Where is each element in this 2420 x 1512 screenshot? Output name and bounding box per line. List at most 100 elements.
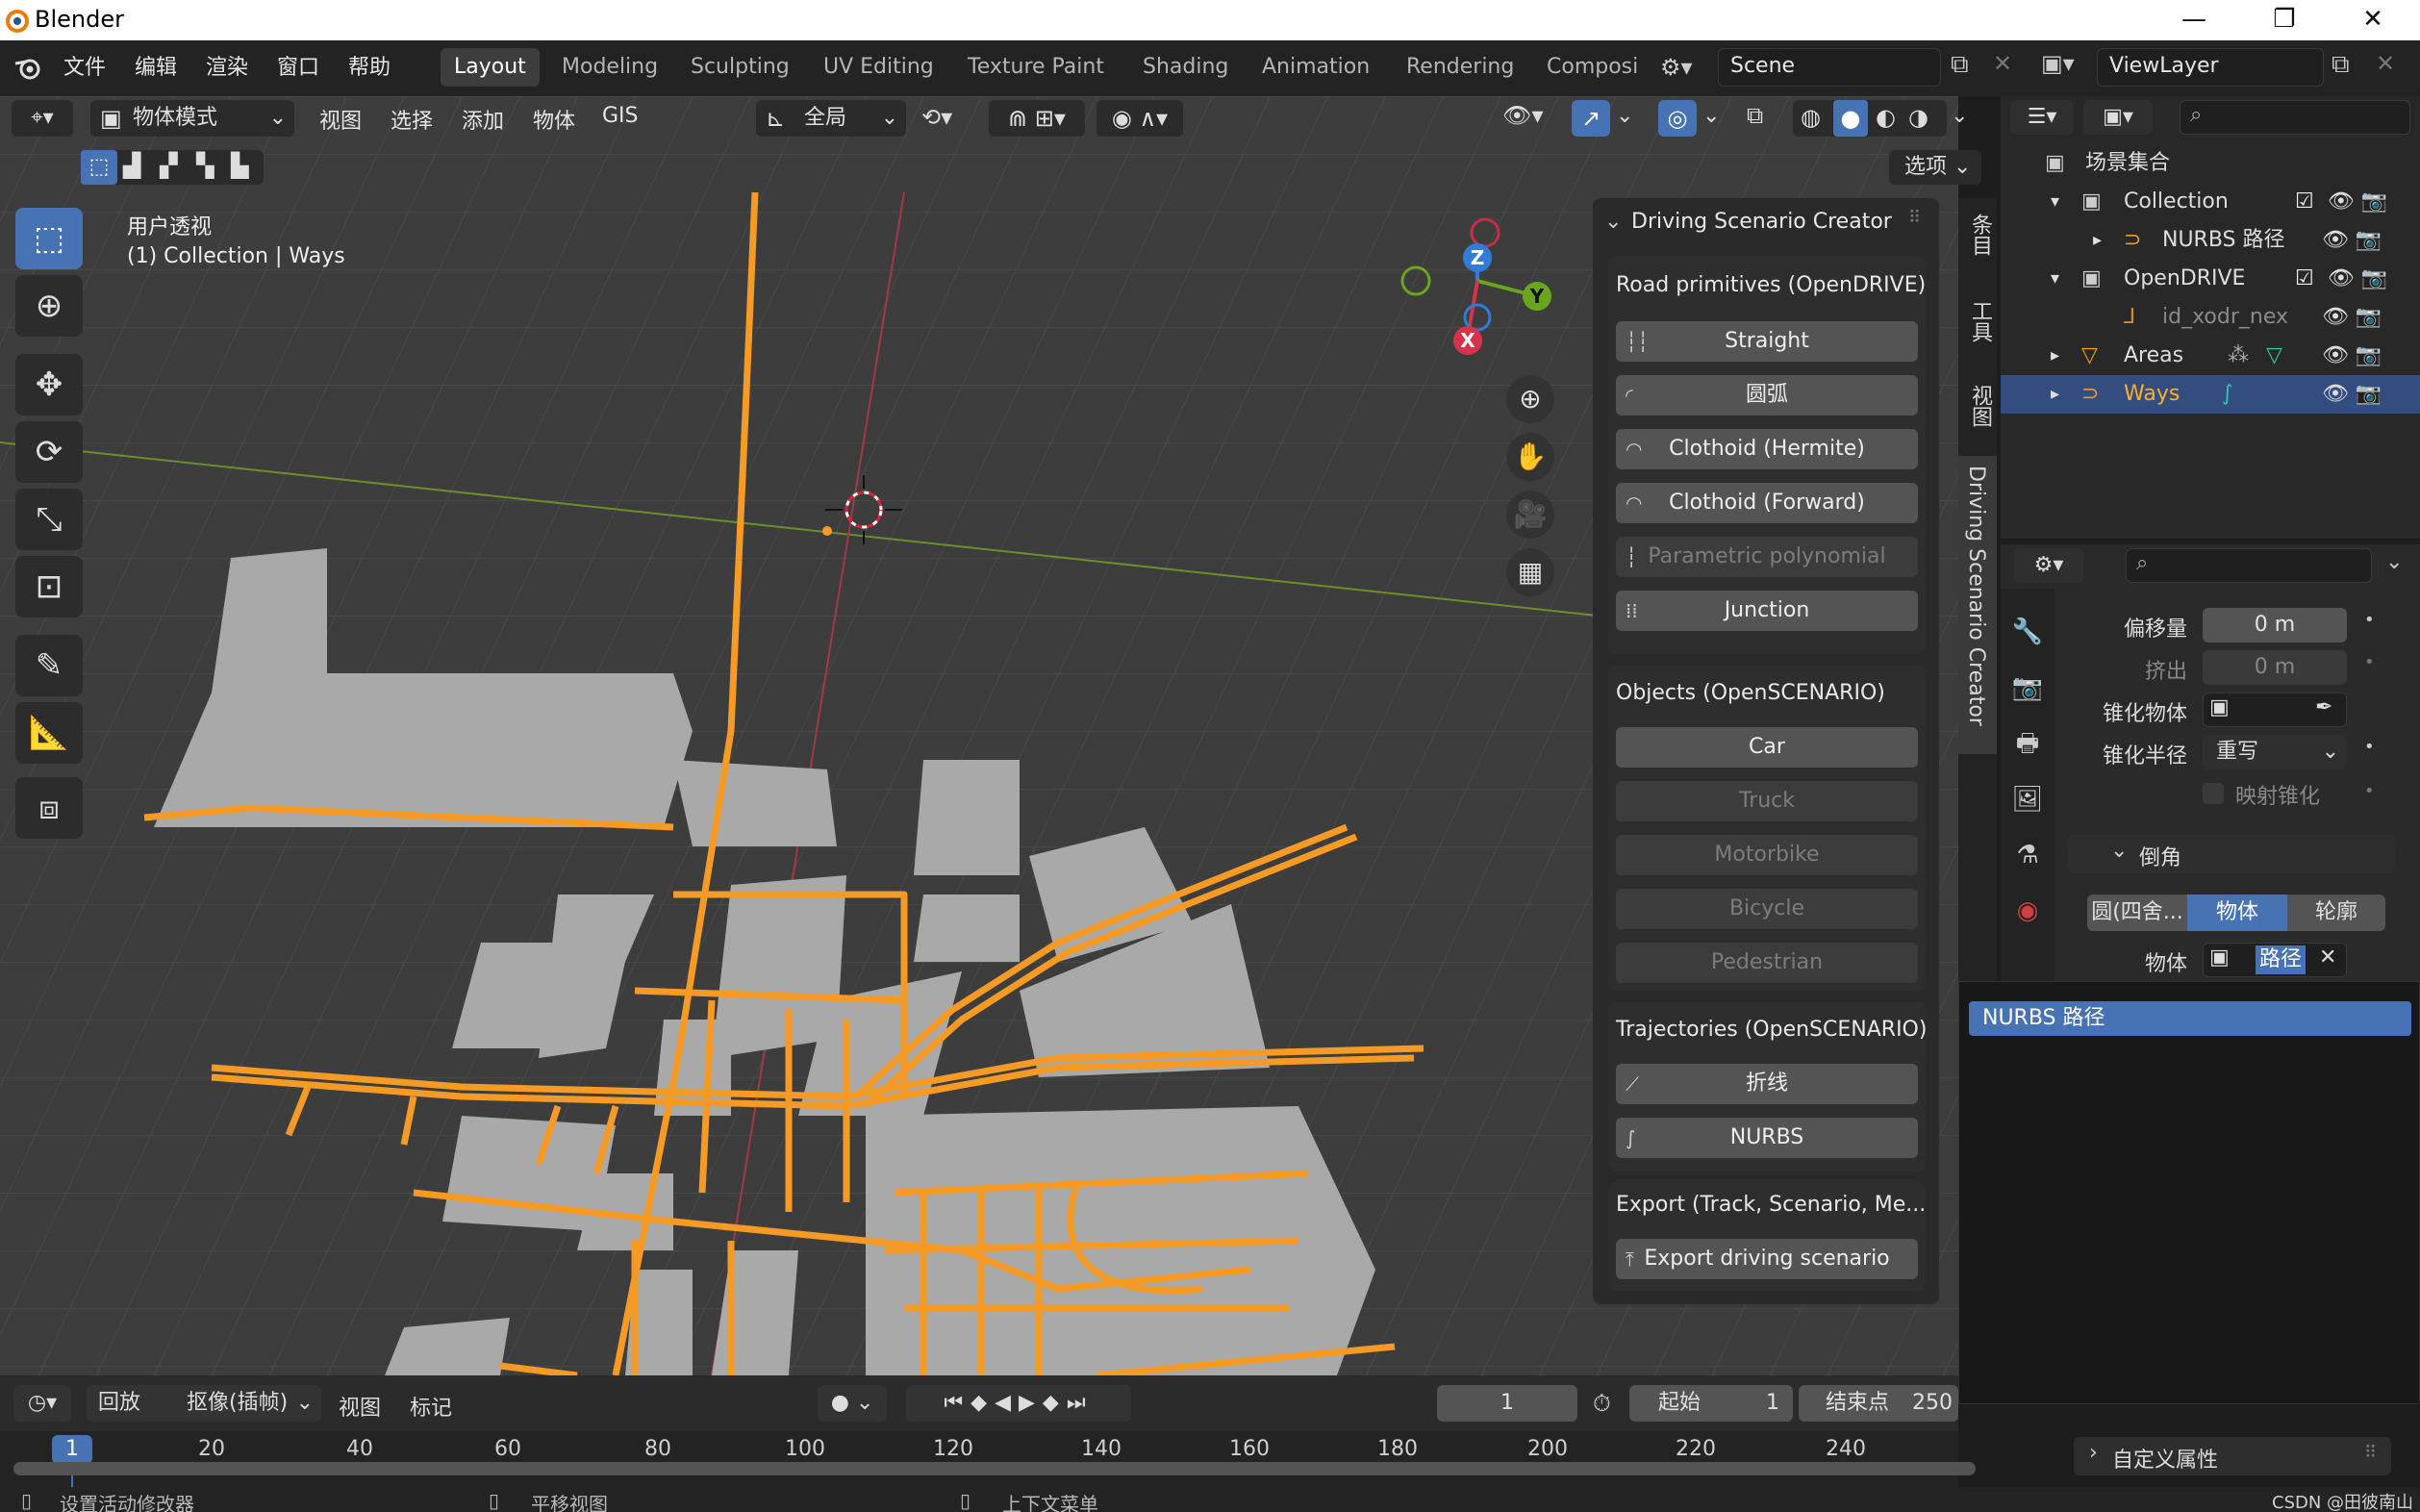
current-frame-marker[interactable]: 1	[52, 1435, 92, 1464]
navigation-gizmo[interactable]: Z Y X	[1385, 217, 1558, 371]
timeline-menu-view[interactable]: 视图	[339, 1391, 381, 1422]
tab-modeling[interactable]: Modeling	[548, 48, 671, 87]
dropdown-item-nurbs[interactable]: NURBS 路径	[1969, 1001, 2411, 1036]
drag-handle-icon[interactable]: ⠿	[2364, 1443, 2377, 1463]
junction-button[interactable]: ⁞⁞ Junction	[1616, 591, 1918, 631]
snap-icon[interactable]: ⋒ ⊞▾	[989, 100, 1085, 137]
move-tool[interactable]: ✥	[15, 354, 83, 416]
eye-icon[interactable]: 👁	[2328, 266, 2355, 290]
map-taper-checkbox[interactable]	[2203, 783, 2224, 804]
tab-view[interactable]: 视图	[1964, 385, 1995, 427]
menu-file[interactable]: 文件	[63, 50, 106, 81]
ortho-grid-icon[interactable]: ▦	[1506, 548, 1554, 596]
menu-add[interactable]: 添加	[462, 104, 504, 135]
chevron-right-icon[interactable]: ▸	[2093, 221, 2102, 260]
new-view-layer-icon[interactable]: ⧉	[2332, 50, 2350, 80]
next-keyframe-icon[interactable]: ◆	[1043, 1391, 1067, 1415]
eye-icon[interactable]: 👁	[2322, 305, 2349, 329]
select-subtract-icon[interactable]: ▞	[160, 152, 177, 179]
delete-view-layer-icon[interactable]: ✕	[2376, 50, 2395, 77]
xray-icon[interactable]: ⧉	[1747, 102, 1763, 129]
add-cube-tool[interactable]: ⧈	[15, 777, 83, 839]
menu-select[interactable]: 选择	[391, 104, 433, 135]
proportional-edit-icon[interactable]: ◉ ∧▾	[1097, 100, 1183, 137]
annotate-tool[interactable]: ✎	[15, 635, 83, 696]
editor-type-button[interactable]: ⌖▾	[12, 100, 73, 137]
export-driving-scenario-button[interactable]: ⤒ Export driving scenario	[1616, 1239, 1918, 1279]
keyframe-dot-icon[interactable]: •	[2364, 737, 2375, 757]
truck-button[interactable]: Truck	[1616, 781, 1918, 821]
visibility-icon[interactable]: 👁▾	[1502, 102, 1544, 129]
chevron-down-icon[interactable]: ⌄	[1616, 104, 1633, 128]
tab-texture-paint[interactable]: Texture Paint	[954, 48, 1118, 87]
overlays-icon[interactable]: ◎	[1658, 100, 1697, 137]
object-mode-dropdown[interactable]: 物体模式 ⌄ ▣	[90, 100, 294, 137]
eye-icon[interactable]: 👁	[2322, 382, 2349, 406]
scene-tab-icon[interactable]: ⚗	[2001, 827, 2054, 883]
taper-radius-dropdown[interactable]: 重写 ⌄	[2203, 735, 2347, 769]
chevron-right-icon[interactable]: ▸	[2051, 337, 2059, 375]
menu-view[interactable]: 视图	[319, 104, 362, 135]
clothoid-hermite-button[interactable]: ◠ Clothoid (Hermite)	[1616, 429, 1918, 469]
cursor-tool[interactable]: ⊕	[15, 275, 83, 337]
bevel-mode-profile[interactable]: 轮廓	[2287, 895, 2385, 931]
tab-compositing[interactable]: Composi	[1533, 48, 1651, 87]
tab-sculpting[interactable]: Sculpting	[677, 48, 803, 87]
jump-start-icon[interactable]: ⏮	[944, 1391, 971, 1415]
prev-keyframe-icon[interactable]: ◆	[971, 1391, 995, 1415]
motorbike-button[interactable]: Motorbike	[1616, 835, 1918, 875]
zoom-icon[interactable]: ⊕	[1506, 375, 1554, 423]
chevron-down-icon[interactable]: ▾	[2051, 260, 2059, 298]
keying-dropdown[interactable]: 抠像(插帧) ⌄	[177, 1385, 321, 1422]
properties-editor-type-icon[interactable]: ⚙▾	[2014, 548, 2083, 583]
menu-window[interactable]: 窗口	[277, 50, 319, 81]
tab-item[interactable]: 条目	[1964, 214, 1995, 256]
blender-menu-icon[interactable]	[13, 54, 44, 83]
tool-tab-icon[interactable]: 🔧	[2001, 604, 2054, 660]
delete-scene-icon[interactable]: ✕	[1993, 50, 2012, 77]
wireframe-shading-icon[interactable]: ◍	[1801, 104, 1821, 131]
chevron-right-icon[interactable]: ▸	[2051, 375, 2059, 414]
pedestrian-button[interactable]: Pedestrian	[1616, 943, 1918, 983]
bevel-object-text[interactable]: 路径	[2256, 945, 2307, 974]
tab-uv-editing[interactable]: UV Editing	[810, 48, 947, 87]
camera-icon[interactable]: 📷	[2356, 228, 2382, 252]
select-extend-icon[interactable]: ▟	[123, 152, 140, 179]
chevron-down-icon[interactable]: ⌄	[1951, 104, 1968, 128]
car-button[interactable]: Car	[1616, 727, 1918, 768]
tab-shading[interactable]: Shading	[1129, 48, 1242, 87]
outliner-editor-type-icon[interactable]: ☰▾	[2010, 100, 2074, 135]
pivot-point-icon[interactable]: ⟲▾	[921, 104, 952, 131]
view-layer-tab-icon[interactable]: 🖼	[2001, 771, 2054, 827]
bevel-object-field[interactable]: ▣ 路径 ✕	[2203, 943, 2347, 977]
timeline-editor-type-icon[interactable]: ◷▾	[13, 1385, 71, 1422]
eye-icon[interactable]: 👁	[2328, 189, 2355, 214]
camera-icon[interactable]: 📷	[2361, 266, 2387, 290]
pan-hand-icon[interactable]: ✋	[1506, 433, 1554, 481]
chevron-down-icon[interactable]: ▾	[2051, 183, 2059, 221]
scene-name-field[interactable]: Scene	[1718, 48, 1941, 87]
play-icon[interactable]: ▶	[1019, 1391, 1043, 1415]
new-scene-icon[interactable]: ⧉	[1951, 50, 1969, 80]
menu-edit[interactable]: 编辑	[135, 50, 177, 81]
gizmo-toggle-icon[interactable]: ↗	[1572, 100, 1610, 137]
menu-render[interactable]: 渲染	[206, 50, 248, 81]
view-layer-field[interactable]: ViewLayer	[2097, 48, 2324, 87]
select-new-icon[interactable]: ⬚	[81, 150, 117, 185]
solid-shading-icon[interactable]: ●	[1833, 100, 1868, 137]
straight-button[interactable]: ┆┆ Straight	[1616, 321, 1918, 362]
timeline-menu-marker[interactable]: 标记	[410, 1391, 452, 1422]
polyline-button[interactable]: ⟋ 折线	[1616, 1064, 1918, 1104]
nurbs-button[interactable]: ∫ NURBS	[1616, 1118, 1918, 1158]
arc-button[interactable]: ◜ 圆弧	[1616, 375, 1918, 416]
stopwatch-icon[interactable]: ⏱	[1593, 1385, 1626, 1422]
world-tab-icon[interactable]: ◉	[2001, 883, 2054, 939]
menu-object[interactable]: 物体	[533, 104, 575, 135]
tab-animation[interactable]: Animation	[1248, 48, 1383, 87]
display-mode-icon[interactable]: ▣▾	[2083, 100, 2153, 135]
camera-icon[interactable]: 📷	[2361, 189, 2387, 214]
close-button[interactable]: ✕	[2339, 2, 2407, 37]
transform-orientation-dropdown[interactable]: ⊾ 全局 ⌄	[756, 100, 906, 137]
maximize-button[interactable]: ❐	[2251, 2, 2318, 37]
bevel-mode-round[interactable]: 圆(四舍...	[2087, 895, 2187, 931]
